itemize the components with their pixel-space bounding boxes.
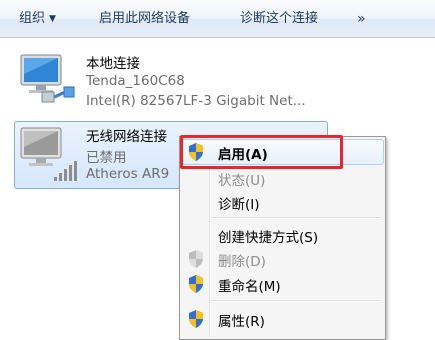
menu-item-delete[interactable]: 删除(D) — [181, 247, 382, 271]
red-annotation-box — [180, 135, 343, 169]
enable-device-button[interactable]: 启用此网络设备 — [99, 0, 190, 38]
organize-menu-button[interactable]: 组织 ▼ — [19, 0, 56, 38]
menu-item-create-shortcut[interactable]: 创建快捷方式(S) — [181, 223, 382, 247]
menu-item-rename[interactable]: 重命名(M) — [181, 272, 382, 296]
connection-name: 无线网络连接 — [86, 129, 167, 145]
caret-down-icon: ▼ — [49, 14, 56, 24]
connection-adapter: Atheros AR9 — [86, 166, 170, 182]
menu-item-label: 状态(U) — [218, 173, 266, 189]
wired-network-icon — [20, 54, 75, 103]
menu-item-label: 属性(R) — [218, 314, 265, 330]
command-bar: 组织 ▼ 启用此网络设备 诊断这个连接 » — [0, 0, 435, 38]
menu-item-label: 创建快捷方式(S) — [218, 230, 319, 246]
shield-icon — [189, 275, 203, 293]
menu-separator — [211, 300, 381, 302]
organize-label: 组织 — [19, 11, 46, 26]
diagnose-connection-button[interactable]: 诊断这个连接 — [240, 0, 318, 38]
connection-adapter: Intel(R) 82567LF-3 Gigabit Net... — [86, 93, 306, 109]
menu-item-diagnose[interactable]: 诊断(I) — [181, 190, 382, 214]
shield-icon — [189, 250, 203, 268]
connection-status: 已禁用 — [86, 150, 127, 166]
connection-network: Tenda_160C68 — [86, 73, 185, 89]
menu-item-label: 诊断(I) — [218, 197, 260, 213]
menu-separator — [211, 217, 381, 219]
connection-name: 本地连接 — [86, 56, 140, 72]
menu-item-properties[interactable]: 属性(R) — [181, 307, 382, 331]
more-commands-button[interactable]: » — [357, 0, 366, 38]
connection-item-local[interactable]: 本地连接 Tenda_160C68 Intel(R) 82567LF-3 Gig… — [14, 46, 328, 114]
menu-item-label: 重命名(M) — [218, 279, 281, 295]
menu-item-label: 删除(D) — [218, 254, 266, 270]
wireless-network-icon — [20, 127, 77, 181]
shield-icon — [189, 310, 203, 328]
menu-item-status[interactable]: 状态(U) — [181, 166, 382, 190]
